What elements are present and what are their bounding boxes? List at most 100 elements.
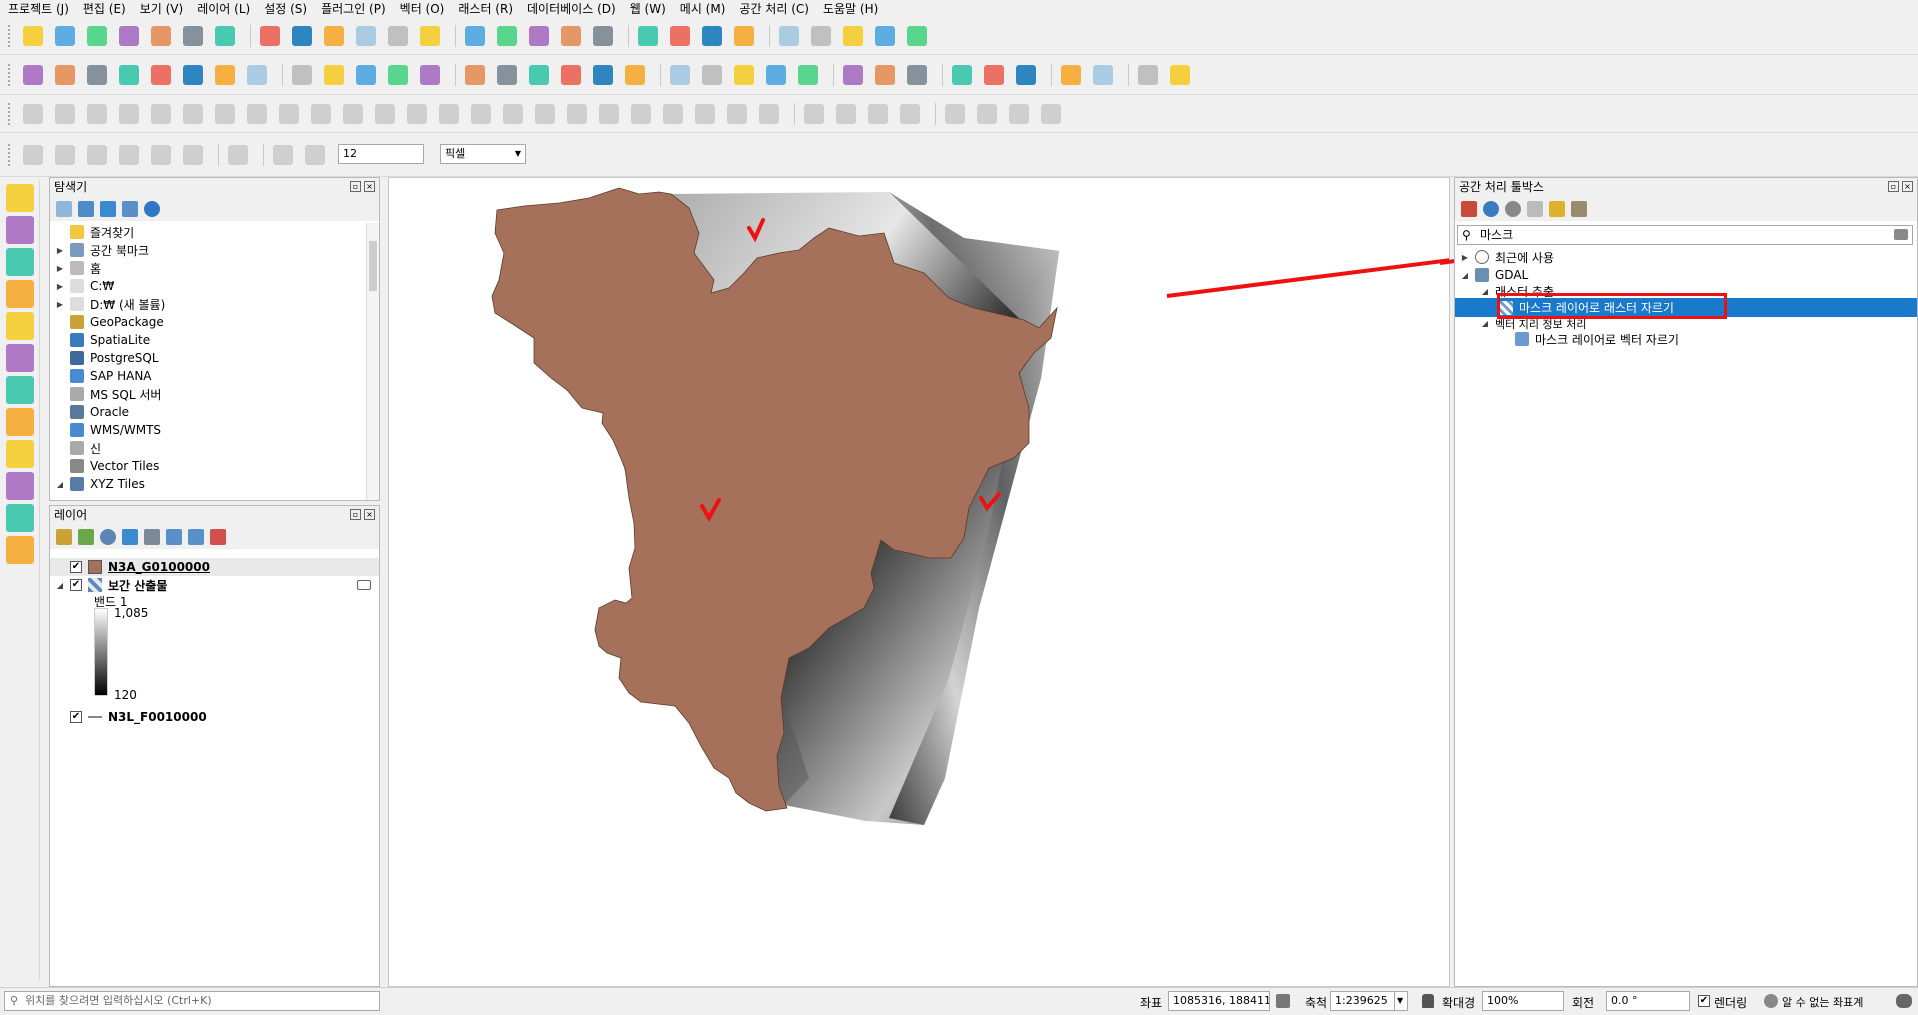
toolbar-tool-icon[interactable] — [84, 101, 110, 127]
toolbar-tool-icon[interactable] — [564, 101, 590, 127]
magnifier-input[interactable]: 100% — [1482, 991, 1564, 1011]
expand-icon[interactable]: ▶ — [54, 264, 66, 273]
toolbar-tool-icon[interactable] — [558, 62, 584, 88]
expression-filter-icon[interactable] — [144, 529, 160, 545]
toolbar-tool-icon[interactable] — [116, 142, 142, 168]
close-icon[interactable]: × — [1902, 181, 1913, 192]
toolbar-tool-icon[interactable] — [756, 101, 782, 127]
browser-item[interactable]: ▶ C:₩ — [50, 277, 379, 295]
toolbar-tool-icon[interactable] — [667, 62, 693, 88]
toolbar-tool-icon[interactable] — [116, 101, 142, 127]
toolbar-tool-icon[interactable] — [699, 23, 725, 49]
menu-item[interactable]: 데이터베이스 (D) — [527, 0, 624, 17]
toolbar-tool-icon[interactable] — [404, 101, 430, 127]
style-panel-icon[interactable] — [56, 529, 72, 545]
toolbar-tool-icon[interactable] — [596, 101, 622, 127]
toolbar-tool-icon[interactable] — [417, 23, 443, 49]
toolbar-tool-icon[interactable] — [833, 101, 859, 127]
snapping-tolerance-input[interactable]: 12 — [338, 144, 424, 164]
layer-checkbox[interactable]: ✔ — [70, 561, 82, 573]
tree-item-gdal[interactable]: ◢ GDAL — [1455, 266, 1917, 284]
toolbar-tool-icon[interactable] — [353, 62, 379, 88]
toolbar-tool-icon[interactable] — [212, 62, 238, 88]
toolbar-tool-icon[interactable] — [840, 62, 866, 88]
toolbar-tool-icon[interactable] — [628, 101, 654, 127]
toolbar-tool-icon[interactable] — [148, 62, 174, 88]
add-layer-icon[interactable] — [6, 248, 34, 276]
toolbar-tool-icon[interactable] — [526, 62, 552, 88]
toolbar-tool-icon[interactable] — [731, 23, 757, 49]
menu-item[interactable]: 웹 (W) — [630, 0, 674, 17]
crs-globe-icon[interactable] — [1764, 994, 1778, 1008]
toolbar-tool-icon[interactable] — [180, 101, 206, 127]
toolbar-tool-icon[interactable] — [385, 62, 411, 88]
add-selected-icon[interactable] — [56, 201, 72, 217]
expand-icon[interactable]: ◢ — [54, 581, 66, 590]
toolbar-tool-icon[interactable] — [904, 62, 930, 88]
toolbar-tool-icon[interactable] — [84, 142, 110, 168]
toolbar-tool-icon[interactable] — [942, 101, 968, 127]
toolbar-tool-icon[interactable] — [1006, 101, 1032, 127]
toolbar-tool-icon[interactable] — [801, 101, 827, 127]
toolbar-tool-icon[interactable] — [180, 62, 206, 88]
menu-item[interactable]: 공간 처리 (C) — [739, 0, 817, 17]
menu-item[interactable]: 프로젝트 (J) — [8, 0, 77, 17]
models-icon[interactable] — [1461, 201, 1477, 217]
toolbar-tool-icon[interactable] — [840, 23, 866, 49]
toolbar-tool-icon[interactable] — [462, 62, 488, 88]
collapse-all-icon[interactable] — [188, 529, 204, 545]
menu-item[interactable]: 설정 (S) — [264, 0, 315, 17]
toolbar-tool-icon[interactable] — [622, 62, 648, 88]
close-icon[interactable]: × — [364, 181, 375, 192]
toggle-extents-icon[interactable] — [1276, 994, 1290, 1008]
toolbar-tool-icon[interactable] — [321, 62, 347, 88]
menu-item[interactable]: 도움말 (H) — [823, 0, 886, 17]
toolbar-tool-icon[interactable] — [20, 62, 46, 88]
toolbar-tool-icon[interactable] — [212, 101, 238, 127]
toolbar-tool-icon[interactable] — [1135, 62, 1161, 88]
toolbar-tool-icon[interactable] — [1013, 62, 1039, 88]
toolbar-tool-icon[interactable] — [180, 142, 206, 168]
toolbar-tool-icon[interactable] — [417, 62, 443, 88]
toolbar-tool-icon[interactable] — [763, 62, 789, 88]
toolbar-tool-icon[interactable] — [321, 23, 347, 49]
add-layer-icon[interactable] — [6, 408, 34, 436]
embedded-widget-icon[interactable] — [357, 580, 371, 590]
toolbar-tool-icon[interactable] — [289, 23, 315, 49]
add-layer-icon[interactable] — [6, 504, 34, 532]
browser-item[interactable]: PostgreSQL — [50, 349, 379, 367]
toolbar-tool-icon[interactable] — [270, 142, 296, 168]
menu-item[interactable]: 레이어 (L) — [197, 0, 258, 17]
refresh-icon[interactable] — [78, 201, 94, 217]
toolbar-tool-icon[interactable] — [526, 23, 552, 49]
menu-item[interactable]: 편집 (E) — [83, 0, 134, 17]
toolbar-tool-icon[interactable] — [724, 101, 750, 127]
coordinate-input[interactable]: 1085316, 1884119 — [1168, 991, 1270, 1011]
layer-checkbox[interactable]: ✔ — [70, 711, 82, 723]
expand-icon[interactable]: ▶ — [54, 282, 66, 291]
add-layer-icon[interactable] — [6, 344, 34, 372]
toolbar-tool-icon[interactable] — [981, 62, 1007, 88]
toolbar-tool-icon[interactable] — [949, 62, 975, 88]
filter-icon[interactable] — [122, 529, 138, 545]
tree-item-clip-vector[interactable]: 마스크 레이어로 벡터 자르기 — [1455, 330, 1917, 348]
toolbar-tool-icon[interactable] — [257, 23, 283, 49]
toolbar-tool-icon[interactable] — [1038, 101, 1064, 127]
toolbar-tool-icon[interactable] — [635, 23, 661, 49]
toolbar-tool-icon[interactable] — [20, 142, 46, 168]
toolbar-tool-icon[interactable] — [974, 101, 1000, 127]
map-canvas[interactable] — [388, 177, 1450, 987]
toolbar-tool-icon[interactable] — [590, 23, 616, 49]
toolbar-tool-icon[interactable] — [795, 62, 821, 88]
lock-icon[interactable] — [1422, 994, 1434, 1008]
toolbar-tool-icon[interactable] — [52, 142, 78, 168]
expand-icon[interactable]: ▶ — [54, 246, 66, 255]
menu-item[interactable]: 메시 (M) — [680, 0, 734, 17]
add-layer-icon[interactable] — [6, 312, 34, 340]
toolbar-tool-icon[interactable] — [436, 101, 462, 127]
browser-item[interactable]: GeoPackage — [50, 313, 379, 331]
toolbar-tool-icon[interactable] — [1058, 62, 1084, 88]
toolbar-tool-icon[interactable] — [776, 23, 802, 49]
float-icon[interactable]: ▫ — [350, 181, 361, 192]
add-layer-icon[interactable] — [6, 184, 34, 212]
